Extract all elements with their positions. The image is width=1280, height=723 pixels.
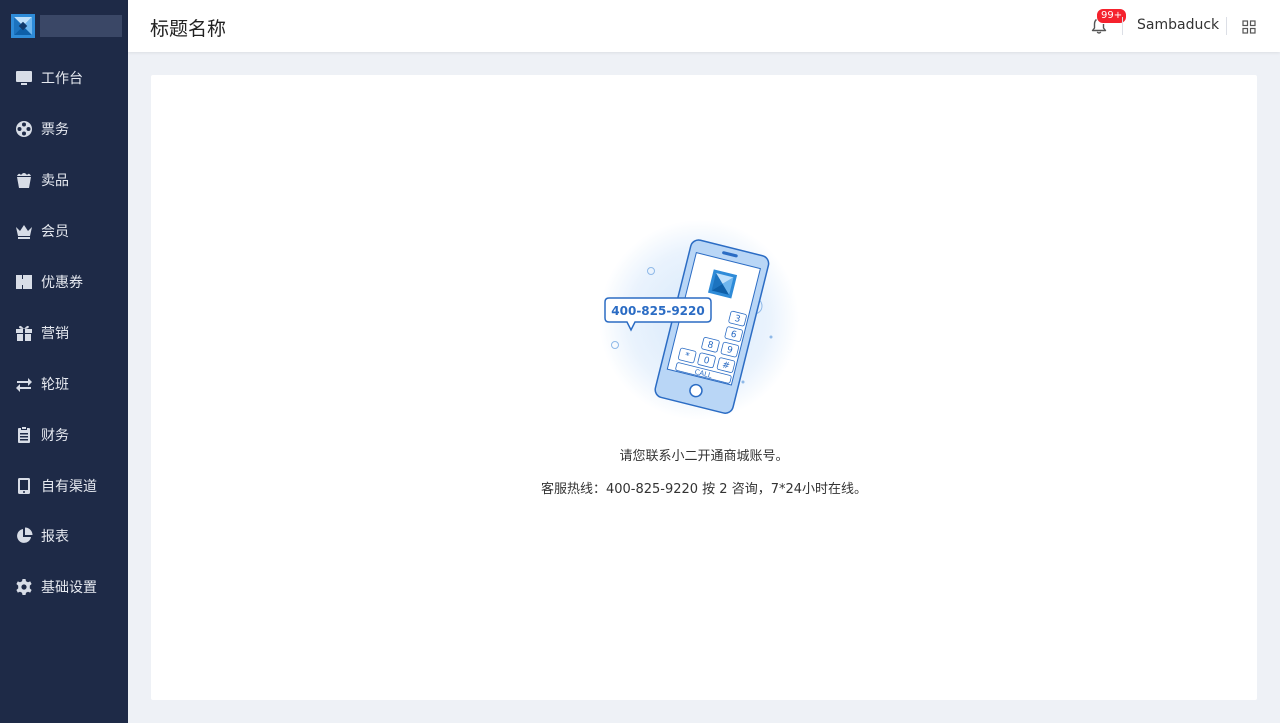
sidebar-item-label: 卖品: [41, 173, 69, 190]
bubble-phone-number: 400-825-9220: [611, 304, 704, 318]
sidebar-item-workbench[interactable]: 工作台: [0, 53, 128, 104]
sidebar-item-label: 基础设置: [41, 580, 97, 597]
sidebar-item-reports[interactable]: 报表: [0, 511, 128, 562]
sidebar-item-label: 会员: [41, 224, 69, 241]
user-name[interactable]: Sambaduck: [1137, 17, 1219, 33]
sidebar-item-label: 工作台: [41, 71, 83, 88]
header-divider: [1226, 17, 1227, 35]
sidebar-item-label: 营销: [41, 325, 69, 342]
phone-call-illustration: 3 6 8 9 * 0 # CALL 400-825-9220: [599, 220, 799, 420]
logo-icon: [11, 14, 35, 38]
tablet-icon: [15, 477, 33, 495]
sidebar-item-ticketing[interactable]: 票务: [0, 104, 128, 155]
sidebar-item-label: 报表: [41, 529, 69, 546]
content-card: 3 6 8 9 * 0 # CALL 400-825-9220 请您联系小二开通…: [151, 75, 1257, 700]
gift-icon: [15, 324, 33, 342]
swap-arrows-icon: [15, 375, 33, 393]
gear-icon: [15, 578, 33, 596]
sidebar-item-concessions[interactable]: 卖品: [0, 155, 128, 206]
sidebar-item-label: 票务: [41, 122, 69, 139]
sidebar-item-members[interactable]: 会员: [0, 206, 128, 257]
sidebar: 工作台 票务 卖品 会员 优惠券 营销 轮班 财务 自有渠道 报表 基础设置: [0, 0, 128, 723]
ticket-icon: [15, 273, 33, 291]
crown-icon: [15, 222, 33, 240]
popcorn-icon: [15, 171, 33, 189]
contact-message: 请您联系小二开通商城账号。: [619, 449, 789, 464]
app-grid-icon[interactable]: [1242, 20, 1256, 34]
sidebar-item-marketing[interactable]: 营销: [0, 307, 128, 358]
sidebar-item-shifts[interactable]: 轮班: [0, 358, 128, 409]
sidebar-item-own-channels[interactable]: 自有渠道: [0, 460, 128, 511]
monitor-icon: [15, 69, 33, 87]
pie-chart-icon: [15, 527, 33, 545]
film-reel-icon: [15, 120, 33, 138]
sidebar-item-coupons[interactable]: 优惠券: [0, 257, 128, 308]
sidebar-item-basic-settings[interactable]: 基础设置: [0, 562, 128, 613]
sidebar-item-label: 轮班: [41, 376, 69, 393]
logo-area[interactable]: [0, 0, 128, 52]
brand-name-placeholder: [40, 15, 122, 37]
sidebar-item-label: 自有渠道: [41, 478, 97, 495]
sidebar-item-label: 优惠券: [41, 275, 83, 291]
page-title: 标题名称: [150, 18, 227, 40]
sidebar-nav: 工作台 票务 卖品 会员 优惠券 营销 轮班 财务 自有渠道 报表 基础设置: [0, 53, 128, 613]
clipboard-icon: [15, 426, 33, 444]
sidebar-item-label: 财务: [41, 427, 69, 444]
hotline-message: 客服热线：400-825-9220 按 2 咨询，7*24小时在线。: [540, 482, 868, 497]
header-divider: [1122, 17, 1123, 35]
top-header: 标题名称 99+ Sambaduck: [128, 0, 1280, 52]
sidebar-item-finance[interactable]: 财务: [0, 409, 128, 460]
